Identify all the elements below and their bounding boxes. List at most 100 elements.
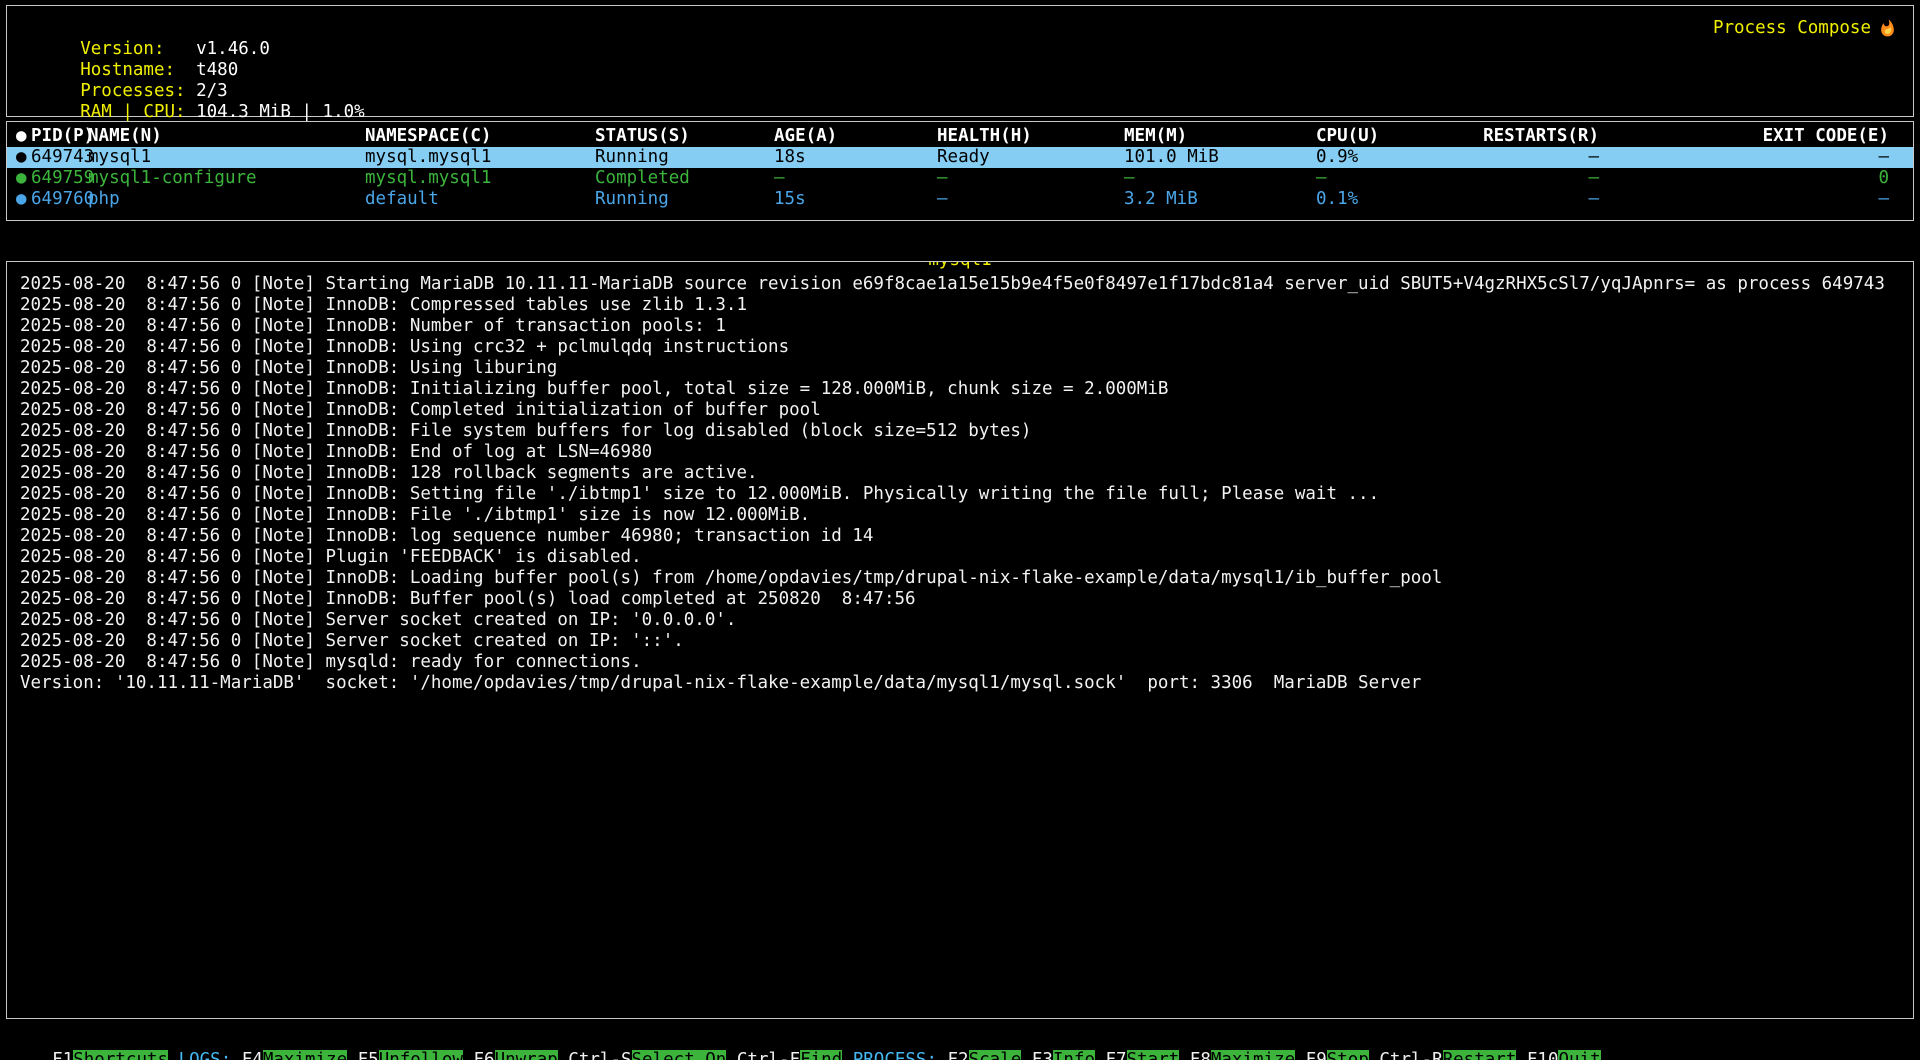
log-line: 2025-08-20 8:47:56 0 [Note] Starting Mar…: [20, 274, 1905, 295]
shortcut-restart[interactable]: Ctrl-RRestart: [1379, 1050, 1516, 1060]
cell-status: Completed: [595, 168, 690, 189]
header-field-processes: Processes:2/3: [17, 60, 1901, 81]
footer-section-process: PROCESS:: [853, 1050, 937, 1060]
shortcut-label: Info: [1053, 1050, 1095, 1060]
shortcut-label: Stop: [1327, 1050, 1369, 1060]
cell-health: Ready: [937, 147, 990, 168]
field-value: t480: [196, 60, 238, 80]
table-header-row: ● PID(P) NAME(N) NAMESPACE(C) STATUS(S) …: [7, 126, 1913, 147]
cell-namespace: default: [365, 189, 439, 210]
cell-mem: –: [1124, 168, 1135, 189]
shortcut-label: Maximize: [263, 1050, 347, 1060]
field-value: v1.46.0: [196, 39, 270, 59]
shortcut-label: Maximize: [1211, 1050, 1295, 1060]
log-line: 2025-08-20 8:47:56 0 [Note] InnoDB: Init…: [20, 379, 1905, 400]
process-table: ● PID(P) NAME(N) NAMESPACE(C) STATUS(S) …: [6, 121, 1914, 221]
shortcut-start[interactable]: F7Start: [1106, 1050, 1180, 1060]
log-line: 2025-08-20 8:47:56 0 [Note] Server socke…: [20, 631, 1905, 652]
cell-pid: 649743: [31, 147, 94, 168]
shortcut-quit[interactable]: F10Quit: [1527, 1050, 1601, 1060]
process-row-mysql1[interactable]: ● 649743 mysql1 mysql.mysql1 Running 18s…: [7, 147, 1913, 168]
cell-health: –: [937, 168, 948, 189]
field-label: RAM | CPU:: [80, 102, 196, 123]
shortcut-process-maximize[interactable]: F8Maximize: [1190, 1050, 1295, 1060]
cell-age: 15s: [774, 189, 806, 210]
header-panel: Version:v1.46.0 Hostname:t480 Processes:…: [6, 5, 1914, 117]
column-header-health: HEALTH(H): [937, 126, 1032, 147]
log-line: 2025-08-20 8:47:56 0 [Note] InnoDB: Comp…: [20, 400, 1905, 421]
shortcut-label: Unwrap: [495, 1050, 558, 1060]
shortcut-label: Select On: [632, 1050, 727, 1060]
log-line: 2025-08-20 8:47:56 0 [Note] InnoDB: 128 …: [20, 463, 1905, 484]
column-header-restarts: RESTARTS(R): [1483, 126, 1599, 147]
shortcut-logs-maximize[interactable]: F4Maximize: [242, 1050, 347, 1060]
process-compose-app: Version:v1.46.0 Hostname:t480 Processes:…: [0, 0, 1920, 1060]
cell-namespace: mysql.mysql1: [365, 147, 491, 168]
shortcut-key: F7: [1106, 1050, 1127, 1060]
process-row-mysql1-configure[interactable]: ● 649759 mysql1-configure mysql.mysql1 C…: [7, 168, 1913, 189]
header-field-ram-cpu: RAM | CPU:104.3 MiB | 1.0%: [17, 81, 1901, 102]
log-line: 2025-08-20 8:47:56 0 [Note] InnoDB: File…: [20, 505, 1905, 526]
process-row-php[interactable]: ● 649760 php default Running 15s – 3.2 M…: [7, 189, 1913, 210]
shortcut-label: Unfollow: [379, 1050, 463, 1060]
log-line: 2025-08-20 8:47:56 0 [Note] Server socke…: [20, 610, 1905, 631]
column-header-exit-code: EXIT CODE(E): [1763, 126, 1889, 147]
cell-restarts: –: [1588, 147, 1599, 168]
cell-name: mysql1-configure: [88, 168, 257, 189]
shortcut-label: Restart: [1443, 1050, 1517, 1060]
shortcut-find[interactable]: Ctrl-FFind: [737, 1050, 842, 1060]
footer-section-logs: LOGS:: [179, 1050, 232, 1060]
log-line: 2025-08-20 8:47:56 0 [Note] InnoDB: Load…: [20, 568, 1905, 589]
field-value: 104.3 MiB | 1.0%: [196, 102, 365, 122]
shortcut-unfollow[interactable]: F5Unfollow: [358, 1050, 463, 1060]
cell-cpu: 0.1%: [1316, 189, 1358, 210]
cell-name: php: [88, 189, 120, 210]
cell-name: mysql1: [88, 147, 151, 168]
field-label: Version:: [80, 39, 196, 60]
column-header-cpu: CPU(U): [1316, 126, 1379, 147]
app-title: Process Compose: [1713, 18, 1897, 39]
shortcut-select-on[interactable]: Ctrl-SSelect On: [568, 1050, 726, 1060]
shortcut-stop[interactable]: F9Stop: [1306, 1050, 1369, 1060]
log-line: 2025-08-20 8:47:56 0 [Note] InnoDB: Sett…: [20, 484, 1905, 505]
app-title-label: Process Compose: [1713, 18, 1871, 39]
shortcut-unwrap[interactable]: F6Unwrap: [474, 1050, 558, 1060]
cell-mem: 101.0 MiB: [1124, 147, 1219, 168]
log-line: 2025-08-20 8:47:56 0 [Note] InnoDB: Usin…: [20, 337, 1905, 358]
shortcut-key: F8: [1190, 1050, 1211, 1060]
column-header-name: NAME(N): [88, 126, 162, 147]
cell-namespace: mysql.mysql1: [365, 168, 491, 189]
shortcut-scale[interactable]: F2Scale: [948, 1050, 1022, 1060]
shortcut-label: Start: [1127, 1050, 1180, 1060]
shortcut-info[interactable]: F3Info: [1032, 1050, 1095, 1060]
log-line: 2025-08-20 8:47:56 0 [Note] InnoDB: File…: [20, 421, 1905, 442]
cell-mem: 3.2 MiB: [1124, 189, 1198, 210]
cell-age: 18s: [774, 147, 806, 168]
shortcut-label: Shortcuts: [73, 1050, 168, 1060]
log-line: 2025-08-20 8:47:56 0 [Note] InnoDB: Comp…: [20, 295, 1905, 316]
cell-exit-code: –: [1878, 147, 1889, 168]
log-line: 2025-08-20 8:47:56 0 [Note] InnoDB: Numb…: [20, 316, 1905, 337]
column-header-mem: MEM(M): [1124, 126, 1187, 147]
shortcut-key: Ctrl-R: [1379, 1050, 1442, 1060]
log-panel-title: mysql1: [927, 261, 992, 271]
log-line: 2025-08-20 8:47:56 0 [Note] InnoDB: log …: [20, 526, 1905, 547]
cell-status: Running: [595, 189, 669, 210]
log-line: 2025-08-20 8:47:56 0 [Note] InnoDB: End …: [20, 442, 1905, 463]
cell-cpu: 0.9%: [1316, 147, 1358, 168]
footer-bar: F1ShortcutsLOGS:F4MaximizeF5UnfollowF6Un…: [6, 1029, 1914, 1055]
shortcut-key: F6: [474, 1050, 495, 1060]
cell-cpu: –: [1316, 168, 1327, 189]
cell-pid: 649760: [31, 189, 94, 210]
shortcut-label: Quit: [1558, 1050, 1600, 1060]
log-panel: mysql1 2025-08-20 8:47:56 0 [Note] Start…: [6, 261, 1914, 1019]
shortcut-shortcuts[interactable]: F1Shortcuts: [52, 1050, 168, 1060]
cell-health: –: [937, 189, 948, 210]
log-lines[interactable]: 2025-08-20 8:47:56 0 [Note] Starting Mar…: [20, 274, 1905, 694]
shortcut-key: Ctrl-F: [737, 1050, 800, 1060]
cell-exit-code: –: [1878, 189, 1889, 210]
cell-restarts: –: [1588, 189, 1599, 210]
shortcut-key: F9: [1306, 1050, 1327, 1060]
column-header-pid: PID(P): [31, 126, 94, 147]
column-header-namespace: NAMESPACE(C): [365, 126, 491, 147]
